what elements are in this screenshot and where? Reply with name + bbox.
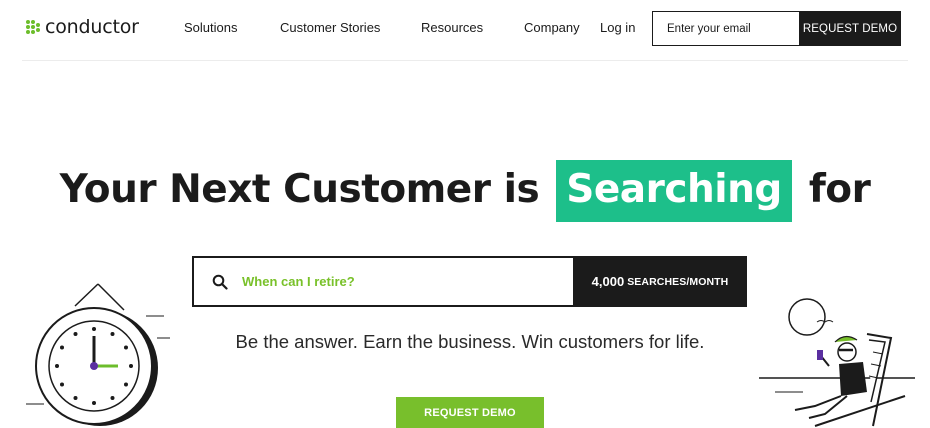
dots-grid-icon (26, 19, 42, 35)
header-divider (22, 60, 908, 61)
search-volume-unit: SEARCHES/MONTH (627, 275, 729, 288)
nav-solutions[interactable]: Solutions (184, 20, 237, 35)
headline-highlight: Searching (556, 160, 792, 222)
request-demo-header-button[interactable]: REQUEST DEMO (799, 11, 901, 46)
hero-headline: Your Next Customer is Searching for (0, 160, 930, 222)
search-query-text: When can I retire? (242, 274, 355, 289)
nav-login[interactable]: Log in (600, 20, 635, 35)
nav-resources[interactable]: Resources (421, 20, 483, 35)
search-example-box: When can I retire? (192, 256, 574, 307)
nav-company[interactable]: Company (524, 20, 580, 35)
nav-customer-stories[interactable]: Customer Stories (280, 20, 380, 35)
brand-name: conductor (45, 16, 139, 38)
search-icon (212, 274, 228, 290)
headline-suffix: for (808, 167, 871, 212)
beach-chair-illustration (759, 298, 915, 427)
wall-clock-illustration (26, 283, 170, 426)
brand-logo[interactable]: conductor (26, 16, 139, 38)
site-header: conductor Solutions Customer Stories Res… (0, 0, 930, 60)
search-volume-number: 4,000 (591, 274, 625, 289)
request-demo-hero-button[interactable]: REQUEST DEMO (396, 397, 544, 428)
headline-prefix: Your Next Customer is (59, 167, 540, 212)
search-volume-badge: 4,000 SEARCHES/MONTH (573, 256, 747, 307)
email-input[interactable] (652, 11, 800, 46)
